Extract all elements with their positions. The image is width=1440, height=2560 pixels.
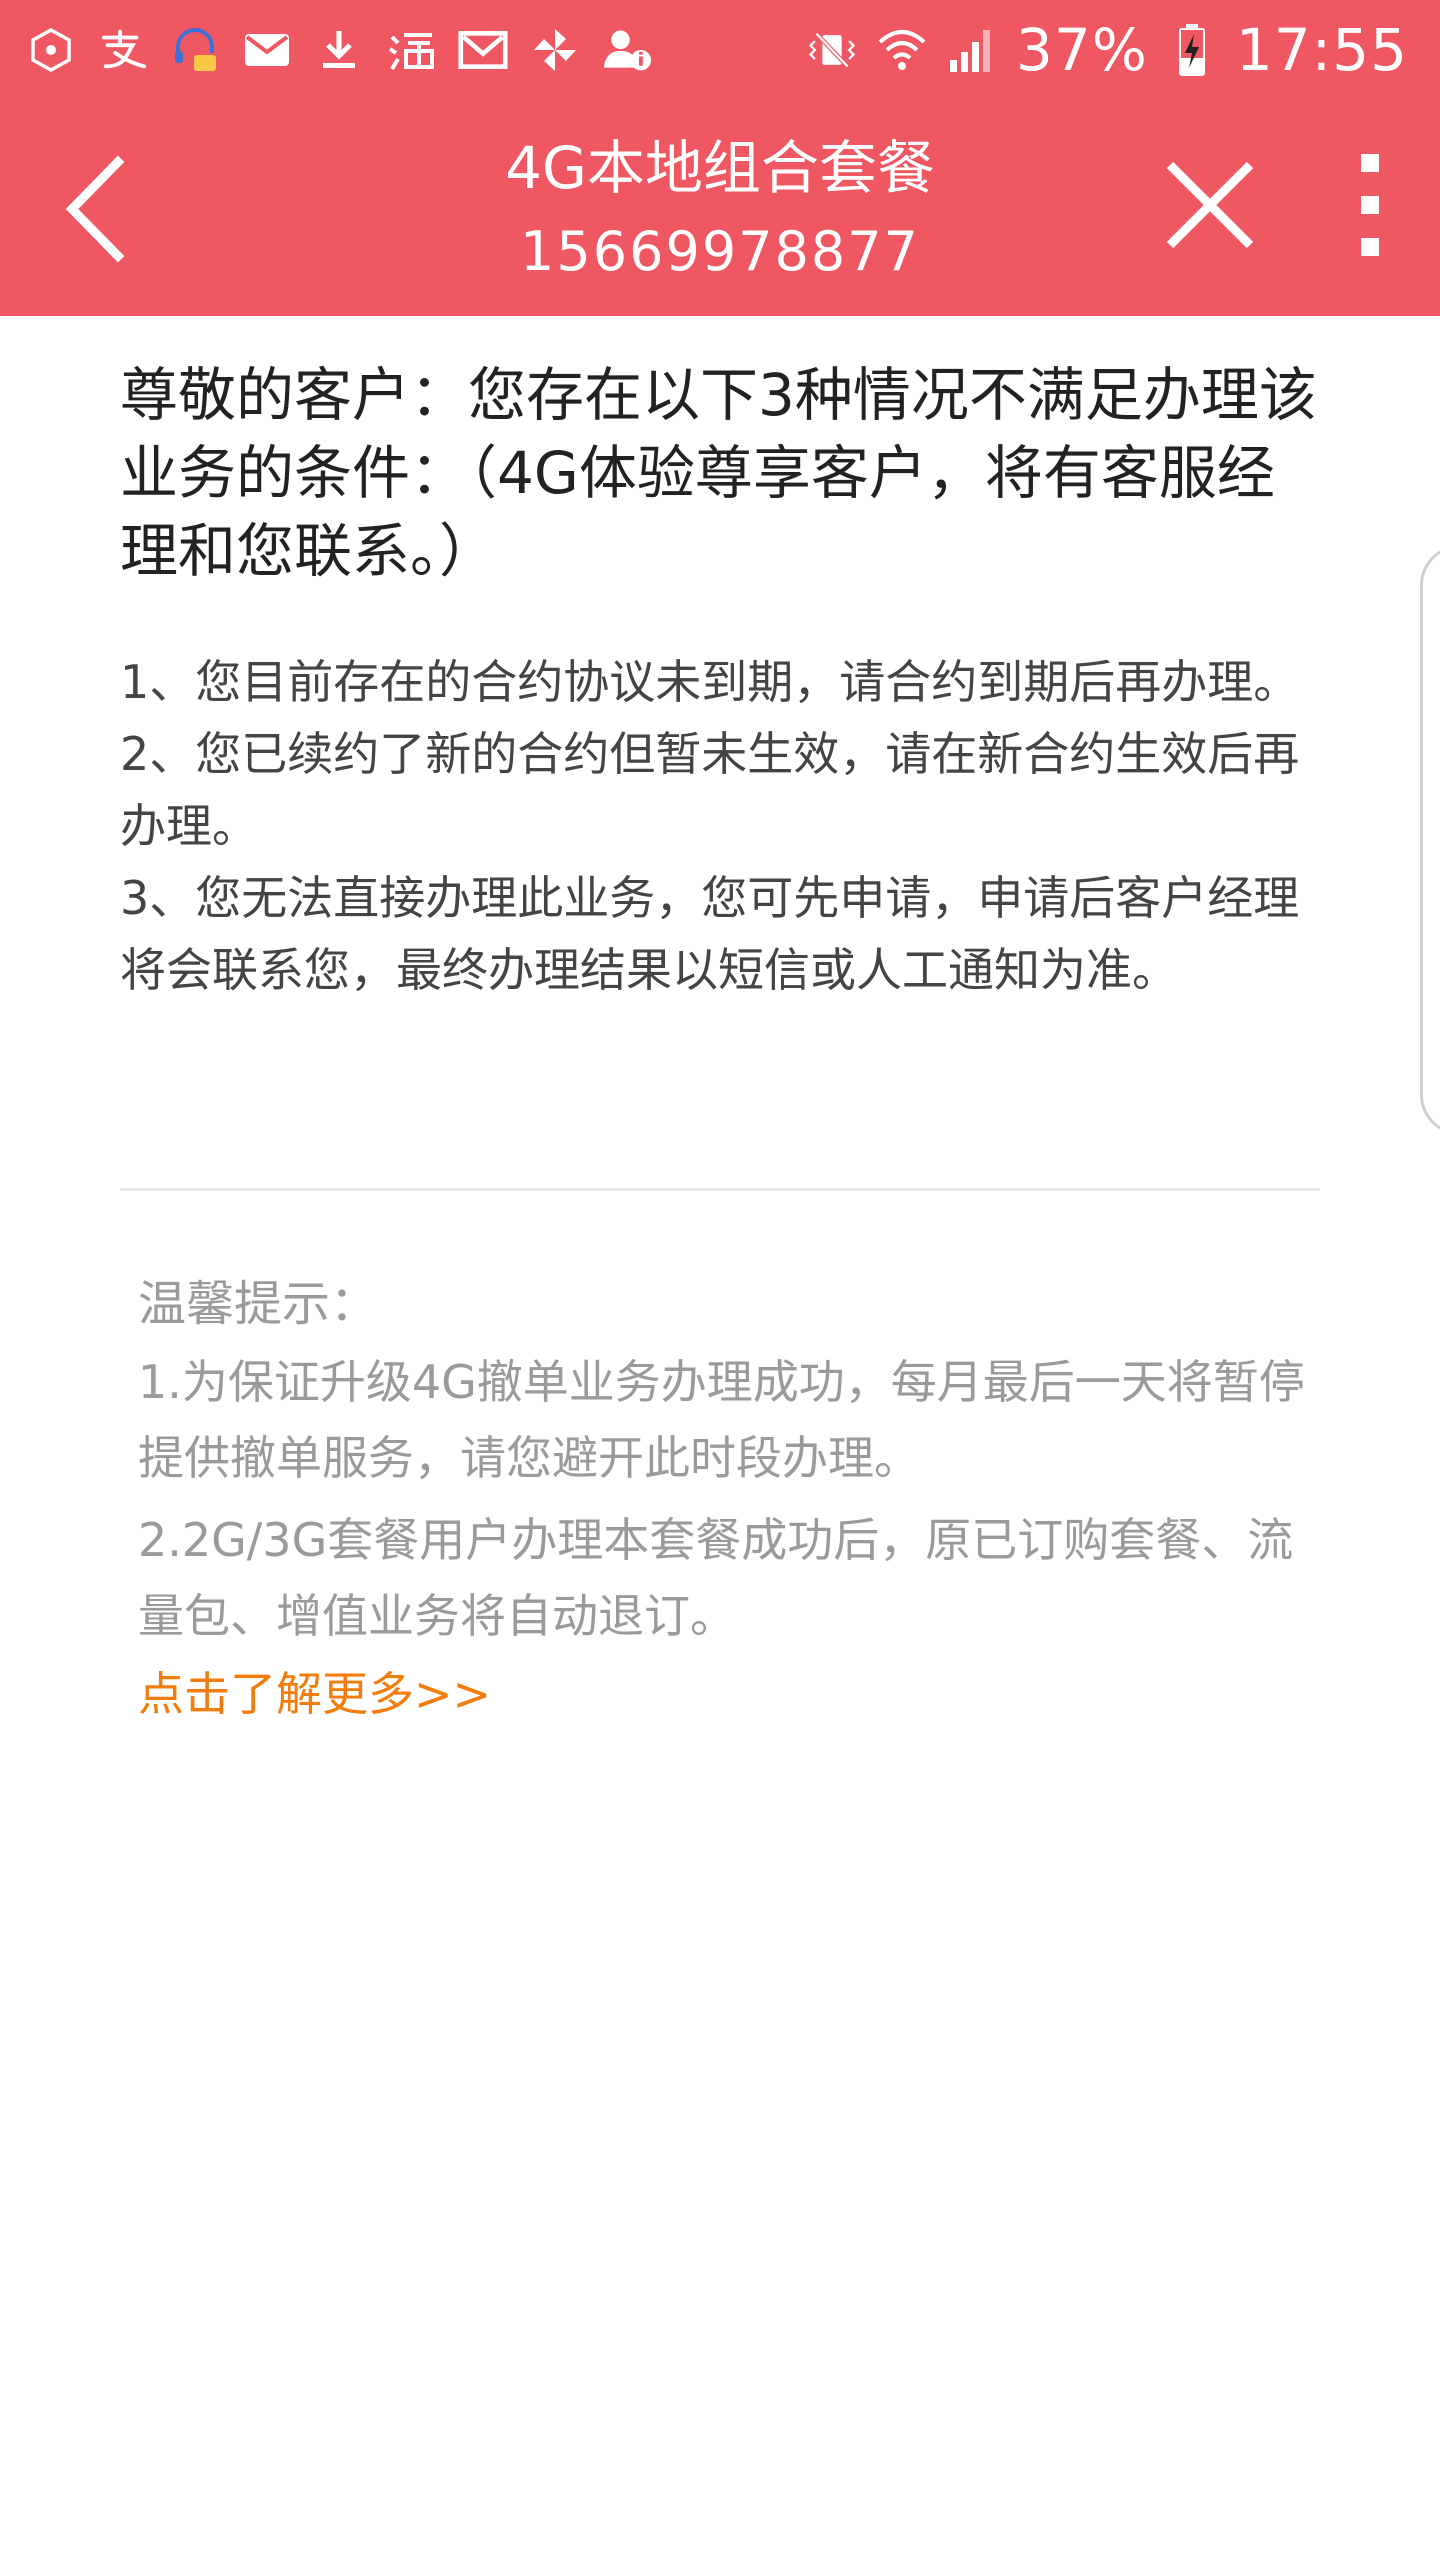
taobao-icon	[386, 25, 436, 75]
divider	[120, 1188, 1320, 1191]
notice-section: 尊敬的客户：您存在以下3种情况不满足办理该业务的条件：（4G体验尊享客户，将有客…	[120, 356, 1320, 1006]
tips-title: 温馨提示：	[138, 1276, 379, 1332]
condition-item: 3、您无法直接办理此业务，您可先申请，申请后客户经理将会联系您，最终办理结果以短…	[120, 871, 1300, 997]
app-hex-icon	[26, 25, 76, 75]
back-button[interactable]	[40, 144, 150, 274]
edge-panel-handle[interactable]	[1420, 545, 1440, 1135]
close-icon	[1166, 161, 1254, 249]
learn-more-link[interactable]: 点击了解更多>>	[138, 1658, 491, 1730]
contact-info-icon	[602, 25, 652, 75]
phone-number: 15669978877	[520, 220, 920, 283]
condition-item: 1、您目前存在的合约协议未到期，请合约到期后再办理。	[120, 655, 1300, 709]
tip-item: 1.为保证升级4G撤单业务办理成功，每月最后一天将暂停提供撤单服务，请您避开此时…	[138, 1355, 1305, 1485]
battery-percent: 37%	[1015, 16, 1148, 84]
notification-icons	[26, 20, 652, 80]
clock: 17:55	[1235, 16, 1408, 84]
wifi-icon	[876, 24, 928, 76]
pinwheel-icon	[530, 25, 580, 75]
headset-chat-icon	[170, 25, 220, 75]
battery-charging-icon	[1166, 24, 1218, 76]
more-button[interactable]	[1330, 140, 1410, 270]
signal-icon	[946, 24, 998, 76]
more-vertical-icon	[1361, 154, 1379, 256]
system-status: 37% 17:55	[806, 14, 1408, 86]
app-header: 37% 17:55 4G本地组合套餐 15669978877	[0, 0, 1440, 316]
gmail-icon	[458, 25, 508, 75]
back-chevron-icon	[65, 155, 125, 263]
nav-bar: 4G本地组合套餐 15669978877	[0, 100, 1440, 316]
close-button[interactable]	[1150, 150, 1270, 260]
download-icon	[314, 25, 364, 75]
condition-item: 2、您已续约了新的合约但暂未生效，请在新合约生效后再办理。	[120, 727, 1300, 853]
condition-list: 1、您目前存在的合约协议未到期，请合约到期后再办理。 2、您已续约了新的合约但暂…	[120, 646, 1320, 1006]
tips-section: 温馨提示： 1.为保证升级4G撤单业务办理成功，每月最后一天将暂停提供撤单服务，…	[138, 1270, 1318, 1730]
alipay-icon	[98, 25, 148, 75]
tip-item: 2.2G/3G套餐用户办理本套餐成功后，原已订购套餐、流量包、增值业务将自动退订…	[138, 1513, 1294, 1643]
status-bar: 37% 17:55	[0, 0, 1440, 100]
notice-heading: 尊敬的客户：您存在以下3种情况不满足办理该业务的条件：（4G体验尊享客户，将有客…	[120, 361, 1317, 585]
vibrate-mute-icon	[806, 24, 858, 76]
page-title: 4G本地组合套餐	[505, 134, 935, 202]
mail-icon	[242, 25, 292, 75]
